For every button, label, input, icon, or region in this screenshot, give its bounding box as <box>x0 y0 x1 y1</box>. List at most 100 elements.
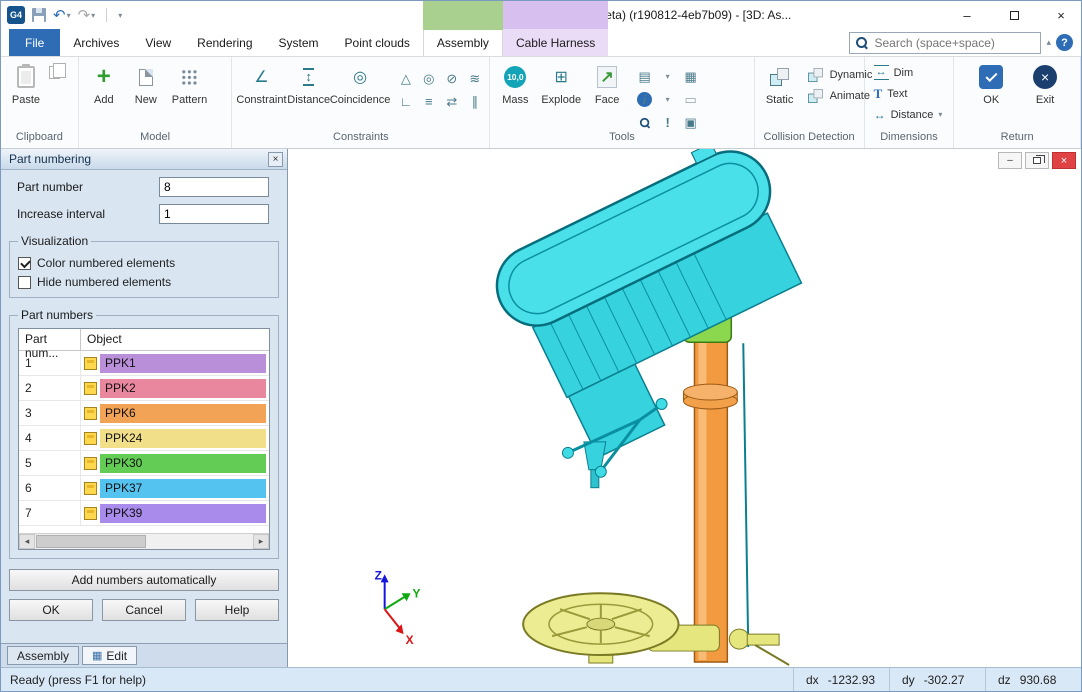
panel-close-button[interactable]: × <box>268 152 283 167</box>
exit-ribbon-button[interactable]: × Exit <box>1024 60 1066 106</box>
window-tile-icon[interactable]: ▣ <box>680 112 701 133</box>
face-button[interactable]: ↗ Face <box>586 60 628 106</box>
copy-icon[interactable] <box>49 66 60 79</box>
tab-assembly[interactable]: Assembly <box>423 29 503 56</box>
tab-cable-harness[interactable]: Cable Harness <box>503 29 608 56</box>
distance-caret-icon[interactable]: ▾ <box>938 110 942 119</box>
scroll-right-icon[interactable]: ▸ <box>253 534 269 549</box>
table-row[interactable]: 5PPK30 <box>19 451 269 476</box>
save-icon[interactable] <box>32 8 46 22</box>
work-table[interactable] <box>523 593 789 665</box>
increase-interval-input[interactable] <box>159 204 269 224</box>
hide-numbered-checkbox-row[interactable]: Hide numbered elements <box>18 275 270 289</box>
table-row[interactable]: 7PPK39 <box>19 501 269 526</box>
tab-rendering[interactable]: Rendering <box>184 29 265 56</box>
dim-button[interactable]: ↔ Dim <box>869 62 919 83</box>
tangent-constraint-icon[interactable]: ⊘ <box>441 68 462 89</box>
add-button[interactable]: + Add <box>83 60 125 106</box>
layout-icon[interactable]: ▦ <box>680 66 701 87</box>
bottom-tab-assembly[interactable]: Assembly <box>7 646 79 665</box>
paste-button[interactable]: Paste <box>5 60 47 106</box>
perpendicular-constraint-icon[interactable]: ∟ <box>395 91 416 112</box>
explode-label: Explode <box>541 94 581 106</box>
tab-point-clouds[interactable]: Point clouds <box>332 29 423 56</box>
table-row[interactable]: 1PPK1 <box>19 351 269 376</box>
tab-view[interactable]: View <box>132 29 184 56</box>
align-constraint-icon[interactable]: ⇄ <box>441 91 462 112</box>
color-numbered-checkbox[interactable] <box>18 257 31 270</box>
collapse-ribbon-icon[interactable]: ▴ <box>1046 37 1051 48</box>
column-header-object[interactable]: Object <box>81 329 269 350</box>
parallel-constraint-icon[interactable]: ≡ <box>418 91 439 112</box>
cancel-button[interactable]: Cancel <box>102 599 186 621</box>
table-row[interactable]: 2PPK2 <box>19 376 269 401</box>
table-row[interactable]: 3PPK6 <box>19 401 269 426</box>
ok-ribbon-button[interactable]: OK <box>970 60 1012 106</box>
frame-icon[interactable]: ▭ <box>680 89 701 110</box>
column-collar[interactable] <box>684 384 738 409</box>
chuck[interactable] <box>584 442 606 488</box>
app-icon[interactable]: G4 <box>7 6 25 24</box>
zoom-tool-button[interactable] <box>634 112 655 133</box>
undo-caret-icon[interactable]: ▾ <box>67 11 71 20</box>
info-caret-icon[interactable]: ▾ <box>657 89 678 110</box>
drill-press-model[interactable]: Z Y X <box>288 149 1081 667</box>
info-button[interactable]: i <box>634 89 655 110</box>
drill-head[interactable] <box>478 149 845 466</box>
add-numbers-automatically-button[interactable]: Add numbers automatically <box>9 569 279 591</box>
tab-archives[interactable]: Archives <box>60 29 132 56</box>
tab-file[interactable]: File <box>9 29 60 56</box>
new-button[interactable]: New <box>125 60 167 106</box>
distance-constraint-button[interactable]: ↕ Distance <box>287 60 331 106</box>
help-button[interactable]: ? <box>1056 34 1073 51</box>
search-box[interactable] <box>849 32 1041 54</box>
ok-button[interactable]: OK <box>9 599 93 621</box>
coincidence-button[interactable]: ◎ Coincidence <box>331 60 390 106</box>
qat-customize-icon[interactable]: ▾ <box>118 11 122 20</box>
symmetry-constraint-icon[interactable]: ≋ <box>464 68 485 89</box>
depth-rod[interactable] <box>743 343 748 647</box>
color-numbered-checkbox-row[interactable]: Color numbered elements <box>18 256 270 270</box>
minimize-button[interactable]: – <box>947 1 987 29</box>
mdi-close-button[interactable]: × <box>1052 152 1076 169</box>
mdi-restore-button[interactable] <box>1025 152 1049 169</box>
explode-button[interactable]: ⊞ Explode <box>536 60 586 106</box>
close-button[interactable]: × <box>1041 1 1081 29</box>
divider <box>106 8 107 22</box>
static-collision-button[interactable]: Static <box>759 60 801 106</box>
viewport-3d[interactable]: – × <box>288 149 1081 667</box>
triangle-constraint-icon[interactable]: △ <box>395 68 416 89</box>
redo-caret-icon[interactable]: ▾ <box>91 11 95 20</box>
table-row[interactable]: 6PPK37 <box>19 476 269 501</box>
grid-caret-icon[interactable]: ▾ <box>657 66 678 87</box>
collinear-constraint-icon[interactable]: ∥ <box>464 91 485 112</box>
concentric-constraint-icon[interactable]: ◎ <box>418 68 439 89</box>
column-header-part-num[interactable]: Part num... <box>19 329 81 350</box>
redo-button[interactable]: ↷▾ <box>78 8 96 23</box>
maximize-button[interactable] <box>994 1 1034 29</box>
text-button[interactable]: T Text <box>869 83 913 104</box>
mass-button[interactable]: 10,0 Mass <box>494 60 536 106</box>
table-row[interactable]: 4PPK24 <box>19 426 269 451</box>
scroll-left-icon[interactable]: ◂ <box>19 534 35 549</box>
bottom-tab-edit[interactable]: ▦ Edit <box>82 646 137 665</box>
pattern-button[interactable]: Pattern <box>167 60 212 106</box>
constraint-button[interactable]: ∠ Constraint <box>236 60 286 106</box>
part-numbers-table[interactable]: Part num... Object 1PPK12PPK23PPK64PPK24… <box>18 328 270 550</box>
undo-button[interactable]: ↶▾ <box>53 8 71 23</box>
tab-system[interactable]: System <box>266 29 332 56</box>
help-button-dialog[interactable]: Help <box>195 599 279 621</box>
grid-add-icon[interactable]: ▤ <box>634 66 655 87</box>
dy-label: dy <box>902 673 915 687</box>
horizontal-scrollbar[interactable]: ◂ ▸ <box>19 533 269 549</box>
part-number-input[interactable] <box>159 177 269 197</box>
distance-measure-button[interactable]: ↔ Distance ▾ <box>869 104 948 125</box>
hide-numbered-checkbox[interactable] <box>18 276 31 289</box>
check-model-button[interactable]: ! <box>657 112 678 133</box>
search-input[interactable] <box>874 36 1034 50</box>
dynamic-collision-icon <box>808 67 823 81</box>
mdi-minimize-button[interactable]: – <box>998 152 1022 169</box>
face-label: Face <box>595 94 619 106</box>
scrollbar-thumb[interactable] <box>36 535 146 548</box>
paste-icon <box>17 66 35 88</box>
